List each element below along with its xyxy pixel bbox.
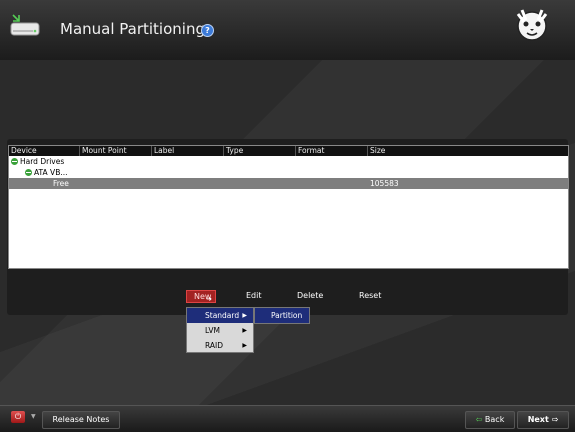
column-size[interactable]: Size bbox=[368, 146, 568, 156]
power-menu-arrow-icon[interactable]: ▼ bbox=[31, 413, 36, 420]
release-notes-button[interactable]: Release Notes bbox=[42, 411, 120, 429]
submenu-arrow-icon: ▶ bbox=[242, 312, 247, 319]
table-row[interactable]: Hard Drives bbox=[9, 156, 568, 167]
next-button-label: Next bbox=[527, 415, 549, 424]
pointer-cursor-icon: ➜ bbox=[206, 295, 212, 303]
standard-submenu: Partition bbox=[254, 307, 310, 324]
menu-item-label: Standard bbox=[205, 311, 240, 320]
size-cell: 105583 bbox=[370, 179, 399, 188]
header-bar: Manual Partitioning ? bbox=[0, 0, 575, 60]
edit-button[interactable]: Edit bbox=[246, 291, 262, 300]
submenu-arrow-icon: ▶ bbox=[242, 327, 247, 334]
column-device[interactable]: Device bbox=[9, 146, 80, 156]
collapse-icon[interactable] bbox=[11, 157, 18, 165]
table-header: Device Mount Point Label Type Format Siz… bbox=[9, 146, 568, 156]
next-arrow-icon: ⇨ bbox=[551, 415, 559, 424]
menu-item-standard[interactable]: Standard ▶ bbox=[187, 308, 253, 323]
help-icon[interactable]: ? bbox=[201, 24, 214, 37]
next-button[interactable]: Next ⇨ bbox=[517, 411, 569, 429]
device-cell: ATA VB... bbox=[34, 168, 68, 177]
distro-logo bbox=[516, 9, 548, 41]
new-menu: Standard ▶ LVM ▶ RAID ▶ bbox=[186, 307, 254, 353]
reset-button[interactable]: Reset bbox=[359, 291, 381, 300]
column-mount-point[interactable]: Mount Point bbox=[80, 146, 152, 156]
menu-item-label: Partition bbox=[271, 311, 303, 320]
collapse-icon[interactable] bbox=[25, 168, 32, 176]
back-button[interactable]: ⇦ Back bbox=[465, 411, 515, 429]
menu-item-label: LVM bbox=[205, 326, 220, 335]
power-icon[interactable]: ⏻ bbox=[11, 411, 25, 423]
device-cell: Hard Drives bbox=[20, 157, 65, 166]
menu-item-partition[interactable]: Partition bbox=[255, 308, 309, 323]
column-format[interactable]: Format bbox=[296, 146, 368, 156]
column-label[interactable]: Label bbox=[152, 146, 224, 156]
column-type[interactable]: Type bbox=[224, 146, 296, 156]
delete-button[interactable]: Delete bbox=[297, 291, 323, 300]
partition-table[interactable]: Device Mount Point Label Type Format Siz… bbox=[8, 145, 569, 269]
back-arrow-icon: ⇦ bbox=[475, 415, 483, 424]
device-cell: Free bbox=[53, 179, 69, 188]
submenu-arrow-icon: ▶ bbox=[242, 342, 247, 349]
menu-item-raid[interactable]: RAID ▶ bbox=[187, 338, 253, 353]
menu-item-label: RAID bbox=[205, 341, 224, 350]
new-button[interactable]: New ➜ bbox=[186, 290, 216, 303]
table-row[interactable]: ATA VB... bbox=[9, 167, 568, 178]
back-button-label: Back bbox=[484, 415, 505, 424]
menu-item-lvm[interactable]: LVM ▶ bbox=[187, 323, 253, 338]
page-title: Manual Partitioning bbox=[60, 20, 205, 38]
hard-drive-icon bbox=[10, 14, 40, 36]
table-row-selected[interactable]: Free 105583 bbox=[9, 178, 568, 189]
